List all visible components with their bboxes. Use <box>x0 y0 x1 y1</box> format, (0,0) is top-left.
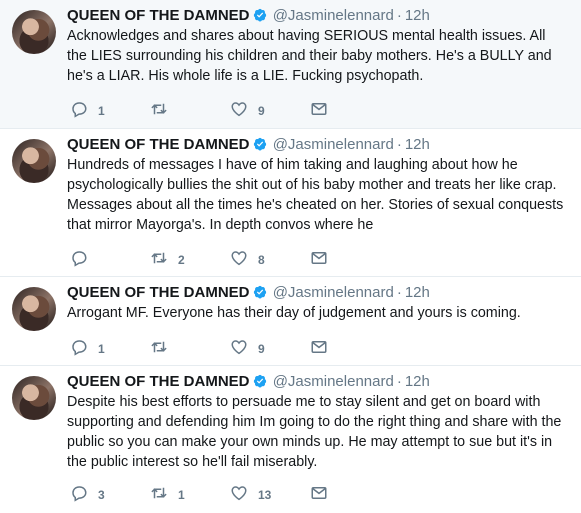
like-heart-icon <box>230 484 248 505</box>
direct-message-icon <box>310 338 328 359</box>
like-button[interactable]: 13 <box>230 484 271 505</box>
reply-button[interactable]: 1 <box>70 100 105 121</box>
reply-icon <box>70 100 88 121</box>
tweet-timeline: QUEEN OF THE DAMNED @Jasminelennard · 12h … <box>0 0 581 513</box>
tweet-text: Hundreds of messages I have of him takin… <box>67 157 564 233</box>
tweet[interactable]: QUEEN OF THE DAMNED @Jasminelennard · 12h … <box>0 0 581 129</box>
timestamp[interactable]: 12h <box>405 373 430 390</box>
like-button[interactable]: 8 <box>230 249 265 270</box>
timestamp[interactable]: 12h <box>405 284 430 301</box>
verified-badge-icon <box>253 374 267 388</box>
like-count: 8 <box>258 252 265 267</box>
avatar[interactable] <box>12 376 56 420</box>
like-count: 9 <box>258 341 265 356</box>
separator-dot: · <box>396 373 402 390</box>
tweet-content: QUEEN OF THE DAMNED @Jasminelennard · 12h … <box>67 135 567 235</box>
reply-button[interactable] <box>70 249 98 270</box>
direct-message-button[interactable] <box>310 484 328 505</box>
display-name[interactable]: QUEEN OF THE DAMNED <box>67 136 250 153</box>
retweet-button[interactable]: 2 <box>150 249 185 270</box>
display-name[interactable]: QUEEN OF THE DAMNED <box>67 284 250 301</box>
tweet-header: QUEEN OF THE DAMNED @Jasminelennard · 12h <box>67 372 567 392</box>
tweet-text: Despite his best efforts to persuade me … <box>67 394 562 470</box>
verified-badge-icon <box>253 137 267 151</box>
tweet-actions: 3 1 13 <box>70 484 370 504</box>
retweet-count: 2 <box>178 252 185 267</box>
user-handle[interactable]: @Jasminelennard <box>273 373 394 390</box>
reply-count: 3 <box>98 487 105 502</box>
verified-badge-icon <box>253 285 267 299</box>
like-count: 13 <box>258 487 272 502</box>
user-handle[interactable]: @Jasminelennard <box>273 284 394 301</box>
separator-dot: · <box>396 284 402 301</box>
like-heart-icon <box>230 338 248 359</box>
reply-count: 1 <box>98 103 105 118</box>
tweet-header: QUEEN OF THE DAMNED @Jasminelennard · 12h <box>67 283 567 303</box>
user-handle[interactable]: @Jasminelennard <box>273 136 394 153</box>
retweet-button[interactable] <box>150 338 178 359</box>
timestamp[interactable]: 12h <box>405 136 430 153</box>
like-heart-icon <box>230 100 248 121</box>
tweet-header: QUEEN OF THE DAMNED @Jasminelennard · 12h <box>67 135 567 155</box>
avatar[interactable] <box>12 10 56 54</box>
tweet[interactable]: QUEEN OF THE DAMNED @Jasminelennard · 12h … <box>0 129 581 277</box>
retweet-icon <box>150 100 168 121</box>
like-count: 9 <box>258 103 265 118</box>
like-button[interactable]: 9 <box>230 338 265 359</box>
tweet-actions: 1 9 <box>70 100 370 120</box>
retweet-button[interactable]: 1 <box>150 484 185 505</box>
timestamp[interactable]: 12h <box>405 7 430 24</box>
avatar[interactable] <box>12 139 56 183</box>
direct-message-button[interactable] <box>310 100 328 121</box>
reply-count: 1 <box>98 341 105 356</box>
tweet[interactable]: QUEEN OF THE DAMNED @Jasminelennard · 12h … <box>0 366 581 513</box>
display-name[interactable]: QUEEN OF THE DAMNED <box>67 373 250 390</box>
verified-badge-icon <box>253 8 267 22</box>
tweet-text: Acknowledges and shares about having SER… <box>67 28 552 84</box>
separator-dot: · <box>396 136 402 153</box>
reply-icon <box>70 484 88 505</box>
tweet[interactable]: QUEEN OF THE DAMNED @Jasminelennard · 12h … <box>0 277 581 366</box>
reply-icon <box>70 338 88 359</box>
tweet-text: Arrogant MF. Everyone has their day of j… <box>67 305 521 321</box>
retweet-icon <box>150 249 168 270</box>
reply-button[interactable]: 1 <box>70 338 105 359</box>
retweet-icon <box>150 338 168 359</box>
tweet-content: QUEEN OF THE DAMNED @Jasminelennard · 12h … <box>67 372 567 472</box>
direct-message-button[interactable] <box>310 338 328 359</box>
avatar[interactable] <box>12 287 56 331</box>
tweet-header: QUEEN OF THE DAMNED @Jasminelennard · 12h <box>67 6 567 26</box>
tweet-actions: 1 9 <box>70 338 370 358</box>
tweet-content: QUEEN OF THE DAMNED @Jasminelennard · 12h … <box>67 283 567 323</box>
display-name[interactable]: QUEEN OF THE DAMNED <box>67 7 250 24</box>
retweet-button[interactable] <box>150 100 178 121</box>
direct-message-icon <box>310 100 328 121</box>
separator-dot: · <box>396 7 402 24</box>
direct-message-icon <box>310 484 328 505</box>
direct-message-button[interactable] <box>310 249 328 270</box>
like-button[interactable]: 9 <box>230 100 265 121</box>
reply-button[interactable]: 3 <box>70 484 105 505</box>
tweet-content: QUEEN OF THE DAMNED @Jasminelennard · 12h … <box>67 6 567 86</box>
reply-icon <box>70 249 88 270</box>
direct-message-icon <box>310 249 328 270</box>
user-handle[interactable]: @Jasminelennard <box>273 7 394 24</box>
retweet-icon <box>150 484 168 505</box>
tweet-actions: 2 8 <box>70 249 370 269</box>
like-heart-icon <box>230 249 248 270</box>
retweet-count: 1 <box>178 487 185 502</box>
